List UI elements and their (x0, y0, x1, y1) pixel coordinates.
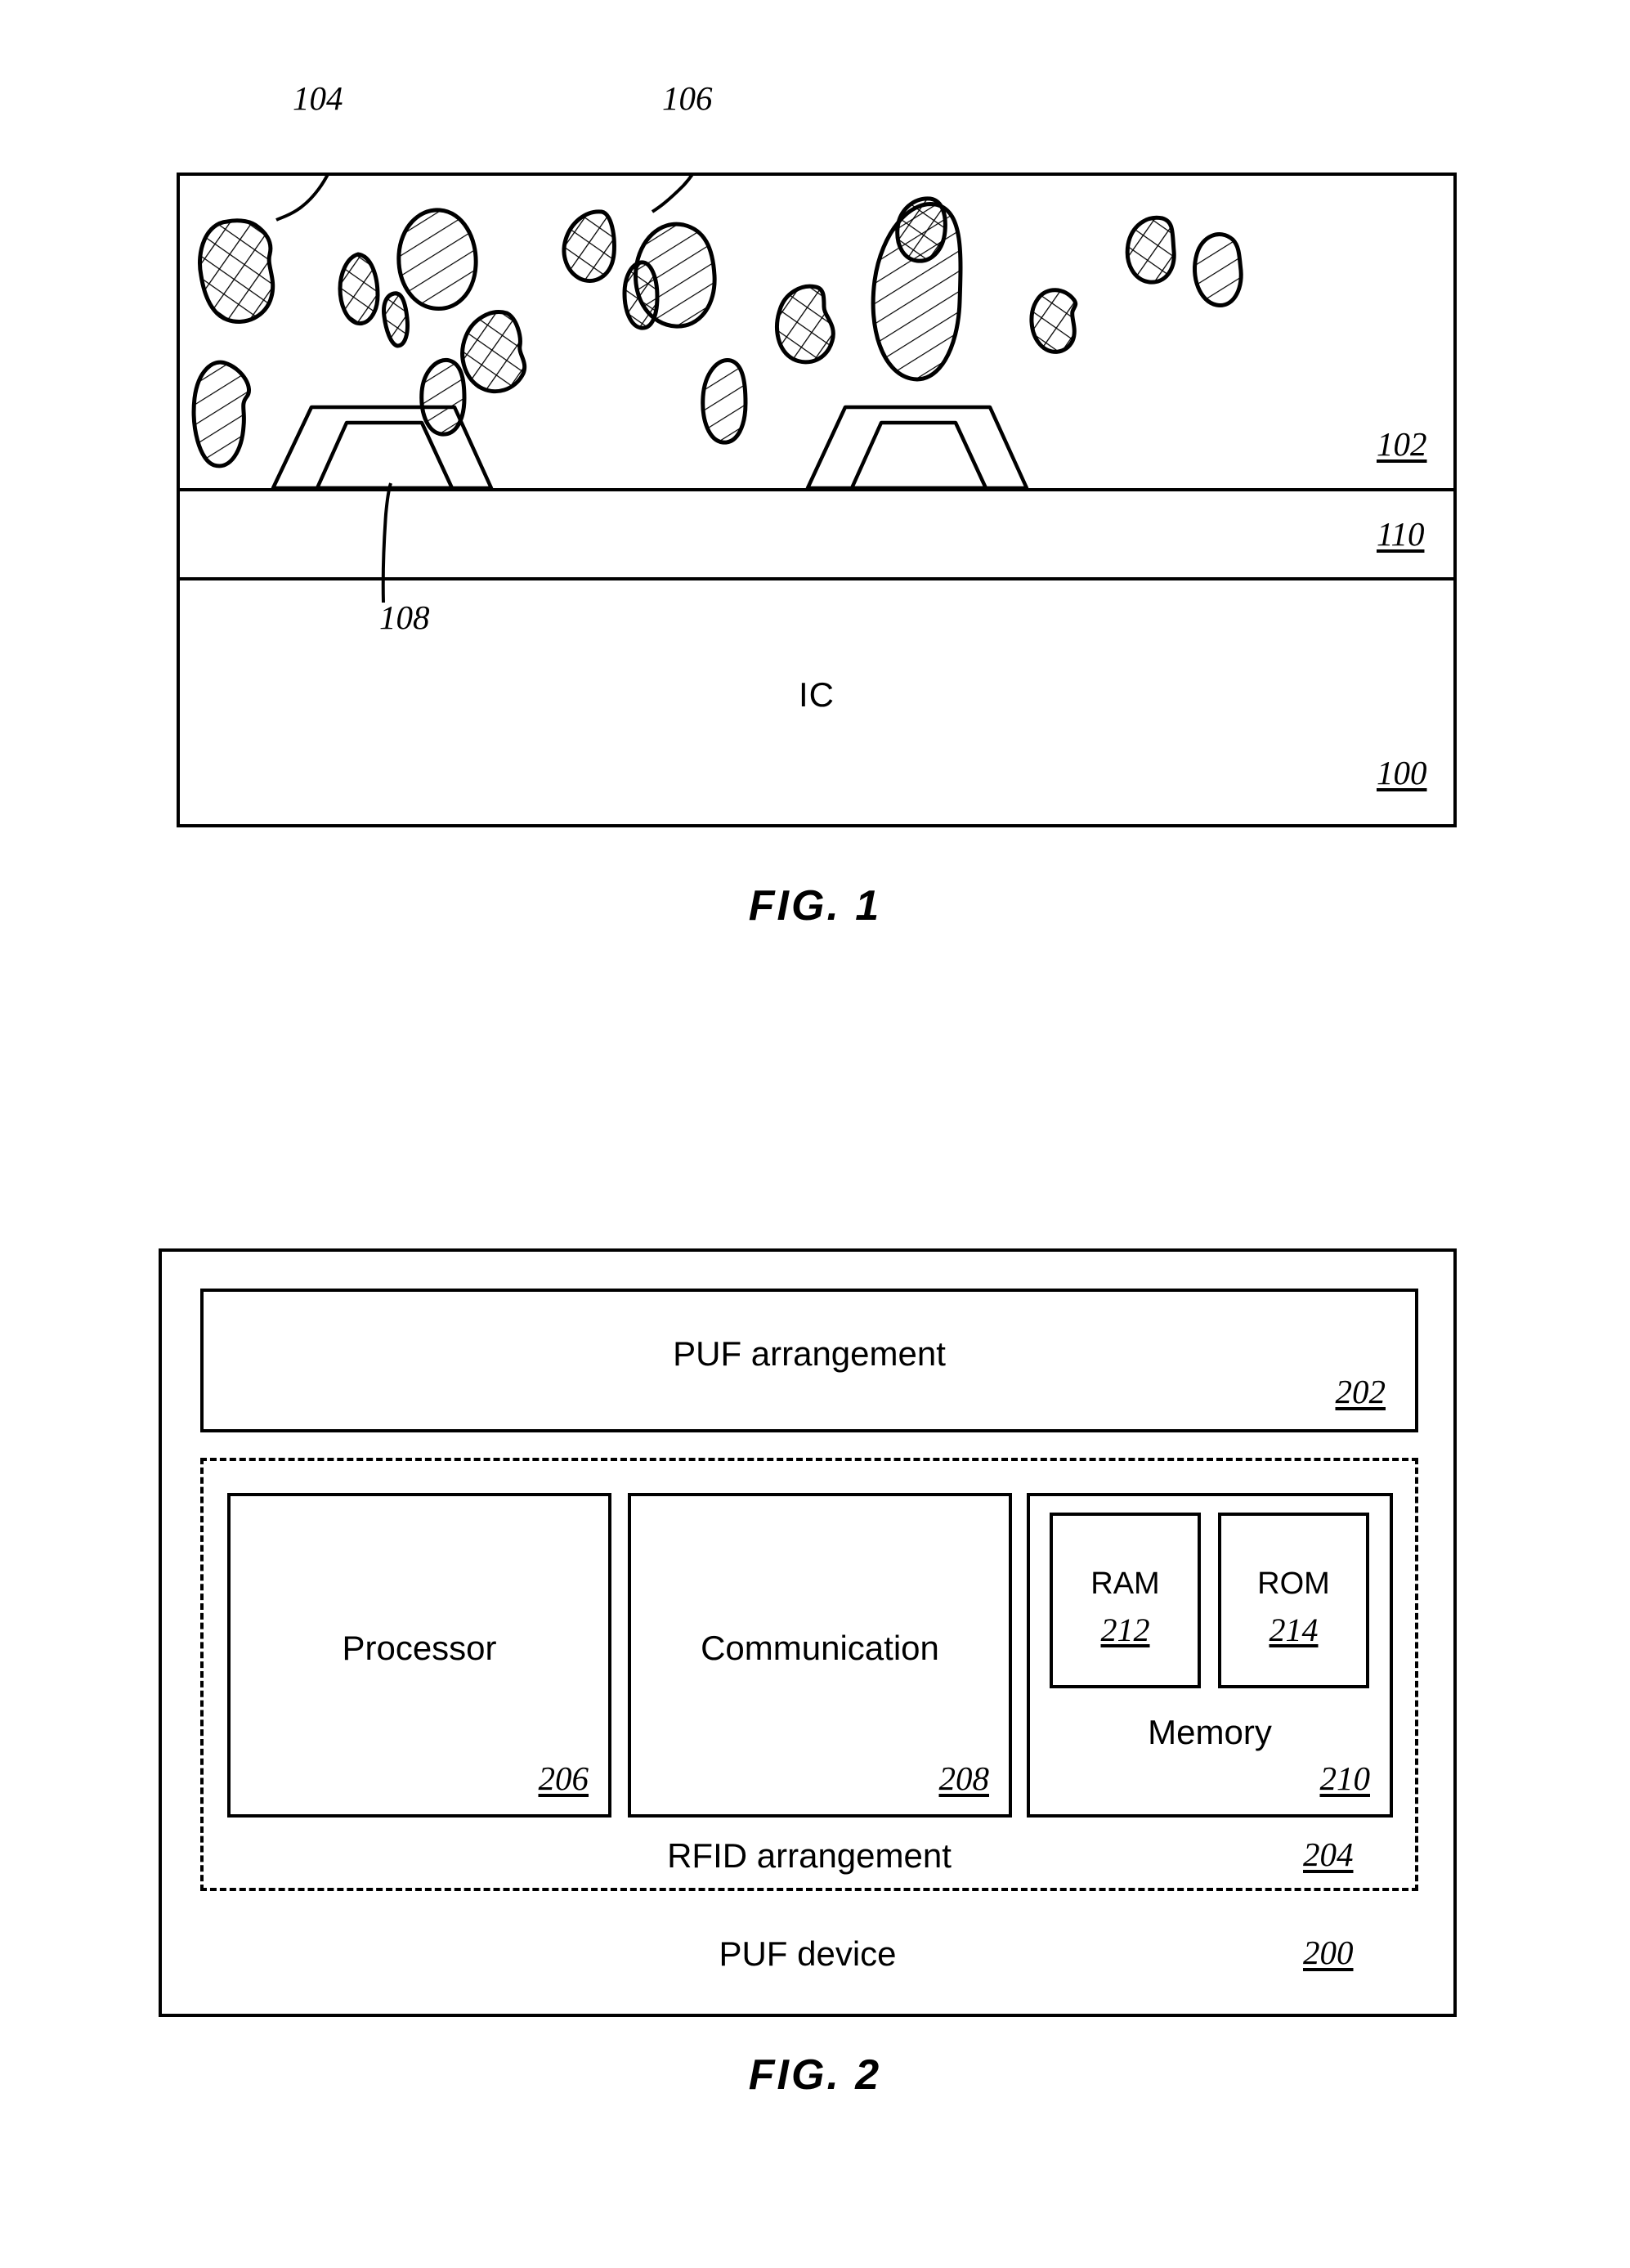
puf-arrangement-box: PUF arrangement 202 (200, 1289, 1418, 1432)
ram-numeral: 212 (1053, 1611, 1198, 1649)
memory-label: Memory (1148, 1713, 1272, 1751)
puf-device-numeral: 200 (1303, 1934, 1354, 1971)
rom-label: ROM (1257, 1567, 1330, 1601)
processor-label: Processor (342, 1629, 497, 1667)
rfid-arrangement-label: RFID arrangement (667, 1836, 952, 1875)
communication-box: Communication 208 (628, 1493, 1012, 1818)
communication-numeral: 208 (938, 1759, 990, 1797)
rom-box: ROM 214 (1218, 1513, 1369, 1688)
puf-arrangement-numeral: 202 (1335, 1373, 1386, 1410)
communication-label: Communication (701, 1629, 939, 1667)
processor-numeral: 206 (538, 1759, 589, 1797)
figure-2: PUF arrangement 202 Processor 206 Commun… (0, 0, 1630, 2268)
ram-numeral-text: 212 (1100, 1611, 1150, 1648)
rfid-arrangement-numeral: 204 (1303, 1835, 1354, 1873)
processor-box: Processor 206 (227, 1493, 611, 1818)
fig2-caption: FIG. 2 (748, 2051, 882, 2099)
memory-numeral: 210 (1319, 1759, 1371, 1797)
rom-numeral-text: 214 (1269, 1611, 1319, 1648)
ram-box: RAM 212 (1050, 1513, 1201, 1688)
rom-numeral: 214 (1221, 1611, 1366, 1649)
puf-arrangement-label: PUF arrangement (673, 1334, 946, 1373)
puf-device-label: PUF device (719, 1934, 897, 1973)
ram-label: RAM (1090, 1567, 1160, 1601)
